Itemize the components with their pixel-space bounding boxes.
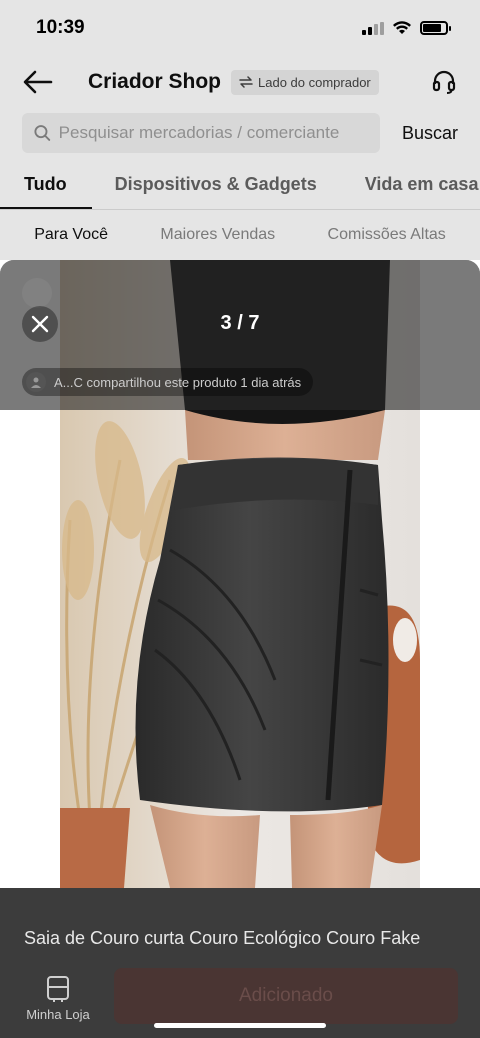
viewer-bottom-panel: Saia de Couro curta Couro Ecológico Cour… xyxy=(0,888,480,1038)
back-circle-icon xyxy=(22,278,52,308)
share-info-pill: A...C compartilhou este produto 1 dia at… xyxy=(22,368,314,396)
store-icon xyxy=(47,975,69,1002)
home-indicator[interactable] xyxy=(154,1023,326,1028)
background-dim xyxy=(0,0,480,260)
my-store-button[interactable]: Minha Loja xyxy=(18,968,98,1028)
screen: 10:39 Criador Shop Lado do comprador Pes… xyxy=(0,0,480,1038)
product-title: Saia de Couro curta Couro Ecológico Cour… xyxy=(24,928,421,948)
viewer-top-bar: 3 / 7 A...C compartilhou este produto 1 … xyxy=(0,260,480,410)
user-avatar-icon xyxy=(26,372,46,392)
image-viewer: 3 / 7 A...C compartilhou este produto 1 … xyxy=(0,260,480,1038)
added-button[interactable]: Adicionado xyxy=(114,968,458,1024)
share-info-text: A...C compartilhou este produto 1 dia at… xyxy=(54,374,302,390)
my-store-label: Minha Loja xyxy=(26,1006,90,1022)
image-page-counter: 3 / 7 xyxy=(220,312,260,334)
